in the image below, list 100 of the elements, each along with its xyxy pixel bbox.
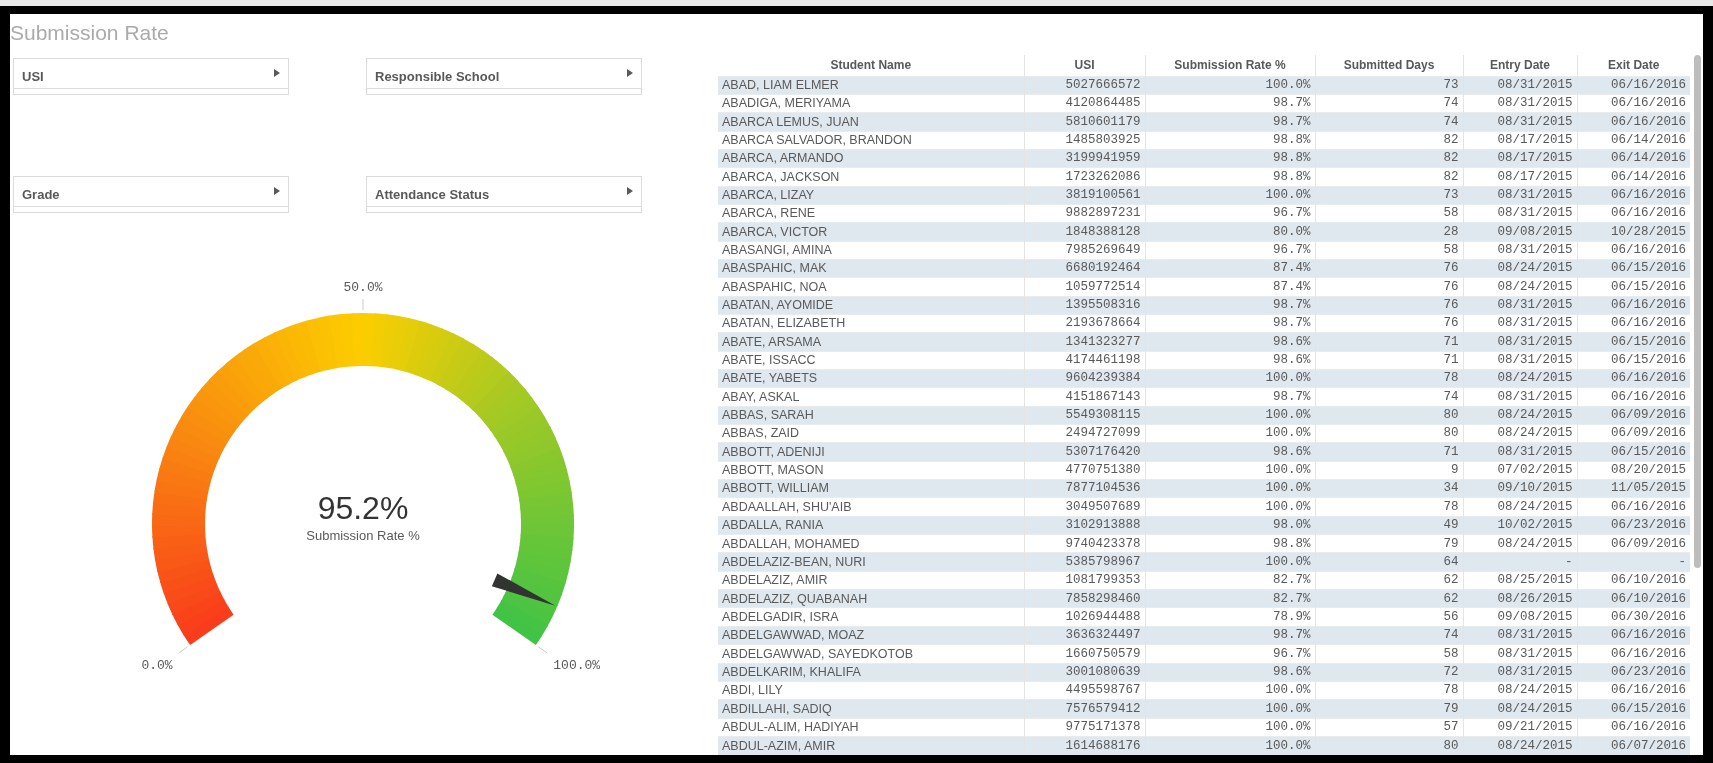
table-cell: ABDELGAWWAD, MOAZ <box>718 626 1024 645</box>
table-cell: ABDELAZIZ-BEAN, NURI <box>718 552 1024 572</box>
table-cell: 80.0% <box>1145 222 1315 242</box>
table-cell: 08/31/2015 <box>1463 626 1577 645</box>
table-cell: 06/15/2016 <box>1577 699 1690 719</box>
table-cell: ABAD, LIAM ELMER <box>718 76 1024 95</box>
table-cell: 87.4% <box>1145 259 1315 278</box>
gauge-scale-label: 50.0% <box>343 280 383 295</box>
table-cell: 1848388128 <box>1024 222 1145 242</box>
table-cell: 100.0% <box>1145 76 1315 95</box>
table-cell: 98.7% <box>1145 112 1315 132</box>
table-cell: 10/02/2015 <box>1463 516 1577 535</box>
table-cell: 6680192464 <box>1024 259 1145 278</box>
filter-dropdown[interactable]: Grade <box>13 176 289 213</box>
table-cell: - <box>1577 552 1690 572</box>
table-cell: 100.0% <box>1145 479 1315 498</box>
table-cell: 08/24/2015 <box>1463 699 1577 719</box>
table-cell: 72 <box>1315 663 1463 682</box>
table-cell: 09/10/2015 <box>1463 479 1577 498</box>
table-cell: 06/15/2016 <box>1577 442 1690 462</box>
column-header[interactable]: Student Name <box>718 55 1024 76</box>
table-cell: 62 <box>1315 589 1463 608</box>
table-cell: 3199941959 <box>1024 149 1145 168</box>
table-cell: 08/17/2015 <box>1463 149 1577 168</box>
filter-dropdown[interactable]: Responsible School <box>366 58 642 95</box>
table-cell: 08/24/2015 <box>1463 259 1577 278</box>
table-cell: 76 <box>1315 296 1463 315</box>
scrollbar-thumb[interactable] <box>1694 55 1701 568</box>
table-cell: 3102913888 <box>1024 516 1145 535</box>
table-cell: 08/31/2015 <box>1463 296 1577 315</box>
table-cell: 06/23/2016 <box>1577 516 1690 535</box>
caret-icon <box>274 69 280 77</box>
table-cell: 98.7% <box>1145 626 1315 645</box>
table-cell: 79 <box>1315 699 1463 719</box>
table-cell: 06/15/2016 <box>1577 332 1690 352</box>
table-cell: ABDELAZIZ, QUABANAH <box>718 589 1024 608</box>
table-cell: 06/16/2016 <box>1577 76 1690 95</box>
table-cell: 06/16/2016 <box>1577 186 1690 205</box>
caret-icon <box>627 187 633 195</box>
table-cell: 06/14/2016 <box>1577 149 1690 168</box>
table-cell: 7858298460 <box>1024 589 1145 608</box>
filter-dropdown[interactable]: Attendance Status <box>366 176 642 213</box>
table-cell: 76 <box>1315 259 1463 278</box>
table-cell: 08/24/2015 <box>1463 406 1577 425</box>
table-cell: 98.7% <box>1145 296 1315 315</box>
gauge-scale-label: 100.0% <box>553 658 601 674</box>
table-cell: 74 <box>1315 112 1463 132</box>
tick-mark <box>537 646 548 654</box>
table-cell: 08/31/2015 <box>1463 186 1577 205</box>
gauge-scale-label: 0.0% <box>141 658 173 674</box>
table-cell: ABBOTT, ADENIJI <box>718 442 1024 462</box>
table-cell: 49 <box>1315 516 1463 535</box>
tick-mark <box>178 646 189 654</box>
table-cell: 5027666572 <box>1024 76 1145 95</box>
table-cell: 3636324497 <box>1024 626 1145 645</box>
table-cell: ABARCA, VICTOR <box>718 222 1024 242</box>
table-cell: ABASPAHIC, MAK <box>718 259 1024 278</box>
table-cell: ABARCA LEMUS, JUAN <box>718 112 1024 132</box>
table-cell: 06/16/2016 <box>1577 112 1690 132</box>
table-cell: 9604239384 <box>1024 369 1145 388</box>
table-cell: 28 <box>1315 222 1463 242</box>
table-cell: 08/31/2015 <box>1463 112 1577 132</box>
table-cell: 06/10/2016 <box>1577 589 1690 608</box>
table-cell: 08/31/2015 <box>1463 76 1577 95</box>
table-cell: 08/31/2015 <box>1463 663 1577 682</box>
table-cell: 06/07/2016 <box>1577 736 1690 755</box>
table-cell: 98.6% <box>1145 663 1315 682</box>
table-cell: 98.6% <box>1145 332 1315 352</box>
table-cell: 82.7% <box>1145 589 1315 608</box>
table-cell: 71 <box>1315 442 1463 462</box>
table-cell: 06/16/2016 <box>1577 369 1690 388</box>
table-cell: 5810601179 <box>1024 112 1145 132</box>
table-cell: 100.0% <box>1145 699 1315 719</box>
filter-dropdown[interactable]: USI <box>13 58 289 95</box>
table-cell: 08/31/2015 <box>1463 442 1577 462</box>
table-cell: 98.0% <box>1145 516 1315 535</box>
dashboard-title: Submission Rate <box>10 20 170 46</box>
table-cell: 80 <box>1315 736 1463 755</box>
table-cell: 3819100561 <box>1024 186 1145 205</box>
table-cell: 08/24/2015 <box>1463 736 1577 755</box>
table-cell: 34 <box>1315 479 1463 498</box>
table-cell: 64 <box>1315 552 1463 572</box>
table-cell: ABATE, YABETS <box>718 369 1024 388</box>
table-cell: ABBOTT, WILLIAM <box>718 479 1024 498</box>
gauge-value: 95.2% <box>317 490 409 526</box>
table-cell: 06/15/2016 <box>1577 259 1690 278</box>
gauge-label: Submission Rate % <box>306 528 420 543</box>
table-cell: 08/31/2015 <box>1463 332 1577 352</box>
table-cell: 100.0% <box>1145 552 1315 572</box>
table-cell: ABDILLAHI, SADIQ <box>718 699 1024 719</box>
table-cell: 100.0% <box>1145 369 1315 388</box>
table-cell: 98.8% <box>1145 149 1315 168</box>
table-cell: 78 <box>1315 369 1463 388</box>
table-cell: 5307176420 <box>1024 442 1145 462</box>
table-cell: 09/08/2015 <box>1463 222 1577 242</box>
table-cell: 82 <box>1315 149 1463 168</box>
table-cell: 06/16/2016 <box>1577 296 1690 315</box>
table-cell: 5385798967 <box>1024 552 1145 572</box>
table-cell: 74 <box>1315 626 1463 645</box>
table-cell: 06/23/2016 <box>1577 663 1690 682</box>
